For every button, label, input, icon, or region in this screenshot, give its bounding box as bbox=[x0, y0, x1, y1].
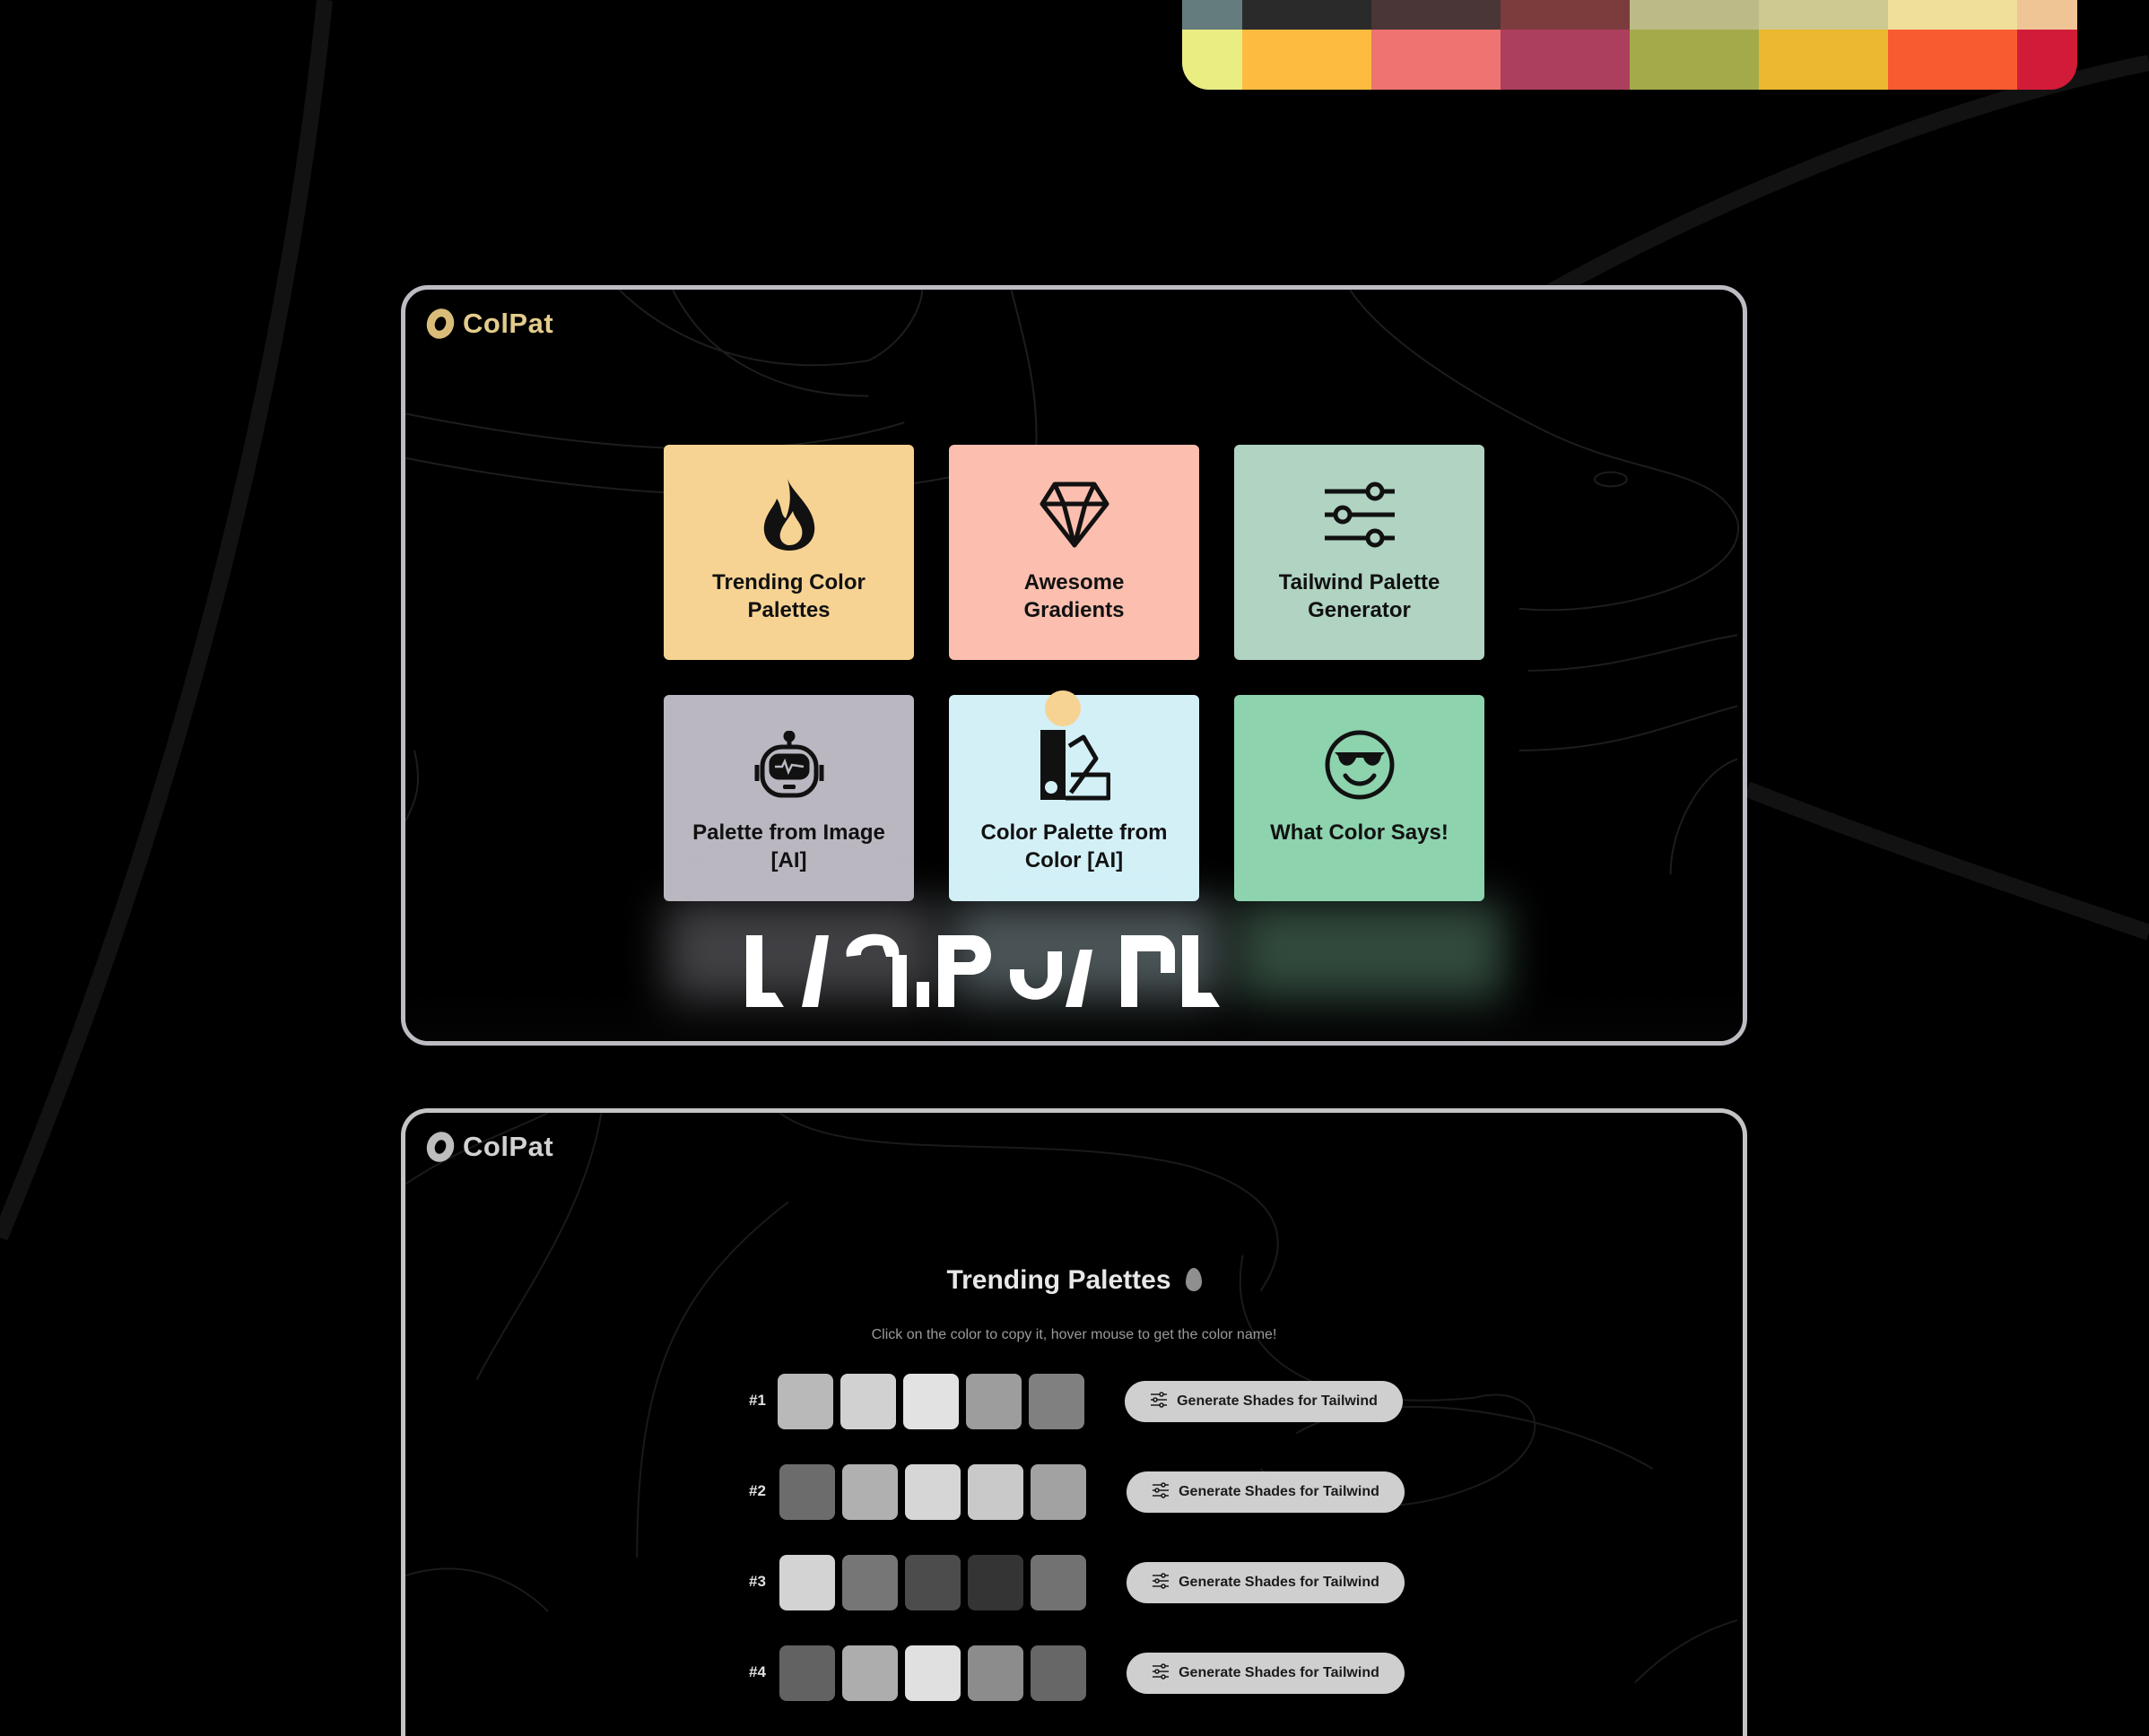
drop-icon bbox=[1185, 1268, 1202, 1291]
sliders-icon bbox=[1152, 1481, 1170, 1503]
palette-strip-swatch bbox=[1888, 0, 2017, 30]
tile-palette-from-image-ai[interactable]: Palette from Image [AI] bbox=[664, 695, 914, 901]
color-swatch[interactable] bbox=[779, 1555, 835, 1610]
background-curve-left bbox=[0, 0, 333, 1241]
color-swatch[interactable] bbox=[968, 1464, 1023, 1520]
palette-row: #2 Generate Shades for Tailwind bbox=[405, 1464, 1743, 1520]
cool-smiley-icon bbox=[1322, 727, 1397, 803]
color-swatch[interactable] bbox=[968, 1555, 1023, 1610]
palette-rank: #1 bbox=[749, 1392, 766, 1409]
palette-strip bbox=[1182, 0, 2077, 90]
palette-strip-swatch bbox=[1242, 0, 1371, 30]
tile-awesome-gradients[interactable]: Awesome Gradients bbox=[949, 445, 1199, 660]
flame-icon bbox=[752, 477, 827, 552]
diamond-icon bbox=[1037, 477, 1112, 552]
background-curve-right-top bbox=[1538, 55, 2149, 303]
colpat-home-window: ColPat Trending Color Palettes Awesome G… bbox=[401, 285, 1747, 1046]
generate-shades-button[interactable]: Generate Shades for Tailwind bbox=[1127, 1653, 1405, 1694]
tile-tailwind-palette-generator[interactable]: Tailwind Palette Generator bbox=[1234, 445, 1484, 660]
color-swatch[interactable] bbox=[1031, 1464, 1086, 1520]
logo[interactable]: ColPat bbox=[422, 1127, 554, 1167]
palette-strip-swatch bbox=[1759, 0, 1888, 30]
page-subtitle: Click on the color to copy it, hover mou… bbox=[871, 1327, 1277, 1342]
palette-strip-swatch bbox=[1371, 30, 1501, 90]
palette-strip-swatch bbox=[1501, 30, 1630, 90]
background-curve-right-bottom bbox=[1744, 781, 2149, 941]
cursor-indicator bbox=[1045, 690, 1081, 726]
donut-logo-icon bbox=[422, 304, 458, 343]
generate-shades-button[interactable]: Generate Shades for Tailwind bbox=[1127, 1471, 1405, 1513]
tile-color-palette-from-color-ai[interactable]: Color Palette from Color [AI] bbox=[949, 695, 1199, 901]
button-label: Generate Shades for Tailwind bbox=[1179, 1484, 1379, 1499]
tile-what-color-says[interactable]: What Color Says! bbox=[1234, 695, 1484, 901]
palette-strip-swatch bbox=[2017, 30, 2077, 90]
color-swatch[interactable] bbox=[966, 1374, 1022, 1429]
tile-label: Palette from Image [AI] bbox=[692, 820, 885, 872]
color-swatch[interactable] bbox=[842, 1555, 898, 1610]
palette-rank: #3 bbox=[749, 1573, 766, 1590]
tile-trending-color-palettes[interactable]: Trending Color Palettes bbox=[664, 445, 914, 660]
generate-shades-button[interactable]: Generate Shades for Tailwind bbox=[1127, 1562, 1405, 1603]
generate-shades-button[interactable]: Generate Shades for Tailwind bbox=[1125, 1381, 1403, 1422]
palette-strip-swatch bbox=[1630, 30, 1759, 90]
swatchbook-icon bbox=[1037, 727, 1112, 803]
button-label: Generate Shades for Tailwind bbox=[1177, 1393, 1378, 1409]
palette-strip-swatch bbox=[1759, 30, 1888, 90]
robot-icon bbox=[752, 727, 827, 803]
button-label: Generate Shades for Tailwind bbox=[1179, 1575, 1379, 1590]
palette-strip-swatch bbox=[1182, 0, 1242, 30]
sliders-icon bbox=[1152, 1662, 1170, 1684]
tile-label: Awesome Gradients bbox=[1023, 570, 1125, 622]
color-swatch[interactable] bbox=[1031, 1555, 1086, 1610]
color-swatch[interactable] bbox=[1029, 1374, 1084, 1429]
page-title-text: Trending Palettes bbox=[946, 1265, 1171, 1295]
color-swatch[interactable] bbox=[905, 1464, 961, 1520]
tile-label: Color Palette from Color [AI] bbox=[980, 820, 1168, 872]
logo-text: ColPat bbox=[463, 1131, 554, 1162]
tile-label: Trending Color Palettes bbox=[712, 570, 866, 622]
logo-text: ColPat bbox=[463, 308, 554, 339]
tile-label: What Color Says! bbox=[1270, 820, 1449, 845]
palette-row: #3 Generate Shades for Tailwind bbox=[405, 1555, 1743, 1610]
sliders-icon bbox=[1150, 1391, 1168, 1412]
palette-strip-swatch bbox=[1371, 0, 1501, 30]
page-title: Trending Palettes bbox=[405, 1265, 1743, 1296]
logo[interactable]: ColPat bbox=[422, 304, 554, 343]
palette-strip-swatch bbox=[1182, 30, 1242, 90]
palette-row: #1 Generate Shades for Tailwind bbox=[405, 1374, 1743, 1429]
clipped-headline-glyphs bbox=[746, 933, 1220, 1007]
palette-rank: #4 bbox=[749, 1663, 766, 1680]
button-label: Generate Shades for Tailwind bbox=[1179, 1665, 1379, 1680]
color-swatch[interactable] bbox=[905, 1555, 961, 1610]
palette-strip-swatch bbox=[1242, 30, 1371, 90]
palette-strip-swatch bbox=[2017, 0, 2077, 30]
donut-logo-icon bbox=[422, 1127, 458, 1167]
color-swatch[interactable] bbox=[842, 1464, 898, 1520]
color-swatch[interactable] bbox=[778, 1374, 833, 1429]
palette-strip-swatch bbox=[1630, 0, 1759, 30]
color-swatch[interactable] bbox=[903, 1374, 959, 1429]
palette-rank: #2 bbox=[749, 1482, 766, 1499]
color-swatch[interactable] bbox=[840, 1374, 896, 1429]
sliders-icon bbox=[1322, 477, 1397, 552]
tile-label: Tailwind Palette Generator bbox=[1278, 570, 1440, 622]
color-swatch[interactable] bbox=[779, 1464, 835, 1520]
palette-strip-swatch bbox=[1501, 0, 1630, 30]
colpat-trending-window: ColPat Trending Palettes Click on the co… bbox=[401, 1108, 1747, 1736]
sliders-icon bbox=[1152, 1572, 1170, 1593]
palette-strip-swatch bbox=[1888, 30, 2017, 90]
